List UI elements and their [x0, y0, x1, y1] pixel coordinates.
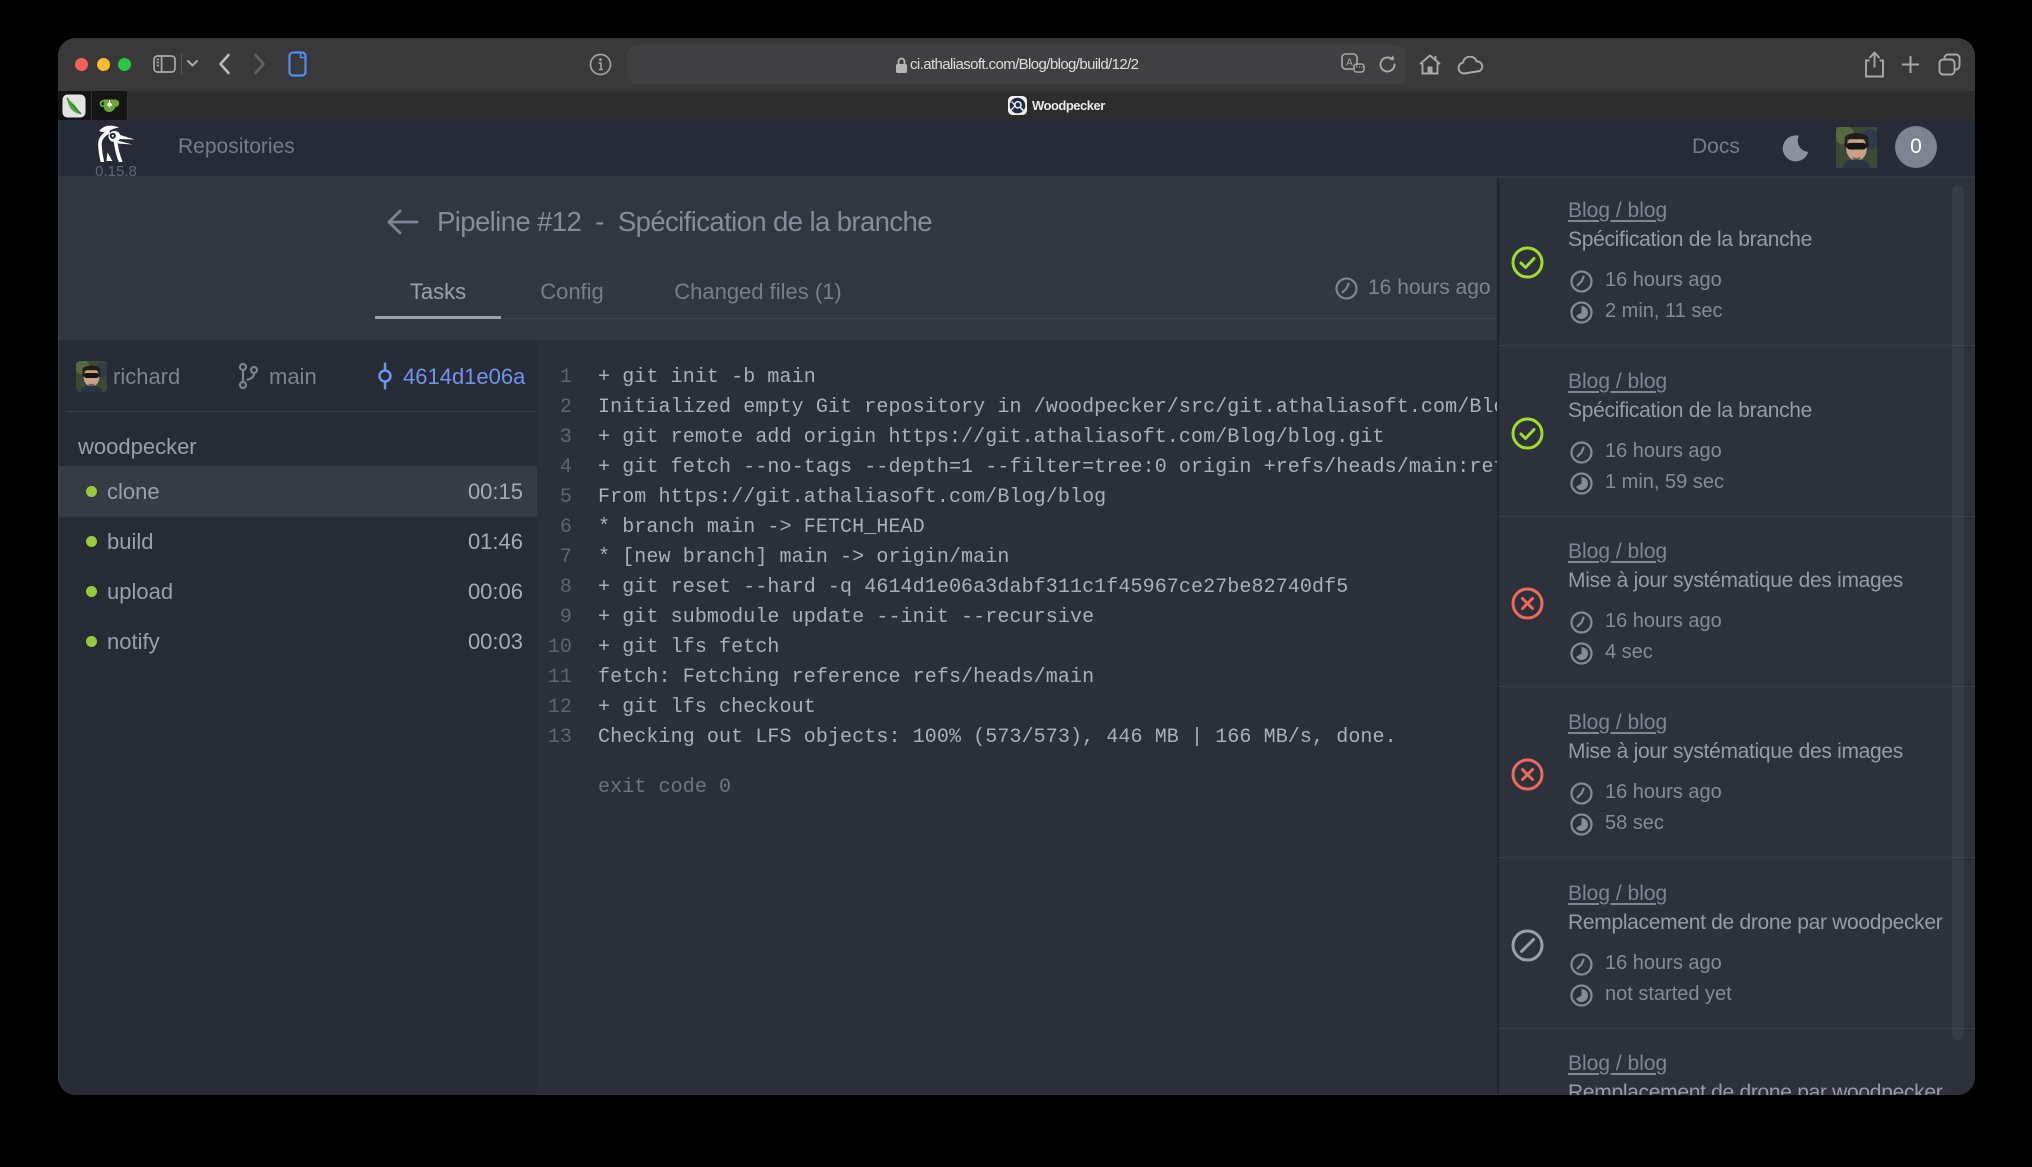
svg-text:A: A [1346, 58, 1353, 69]
